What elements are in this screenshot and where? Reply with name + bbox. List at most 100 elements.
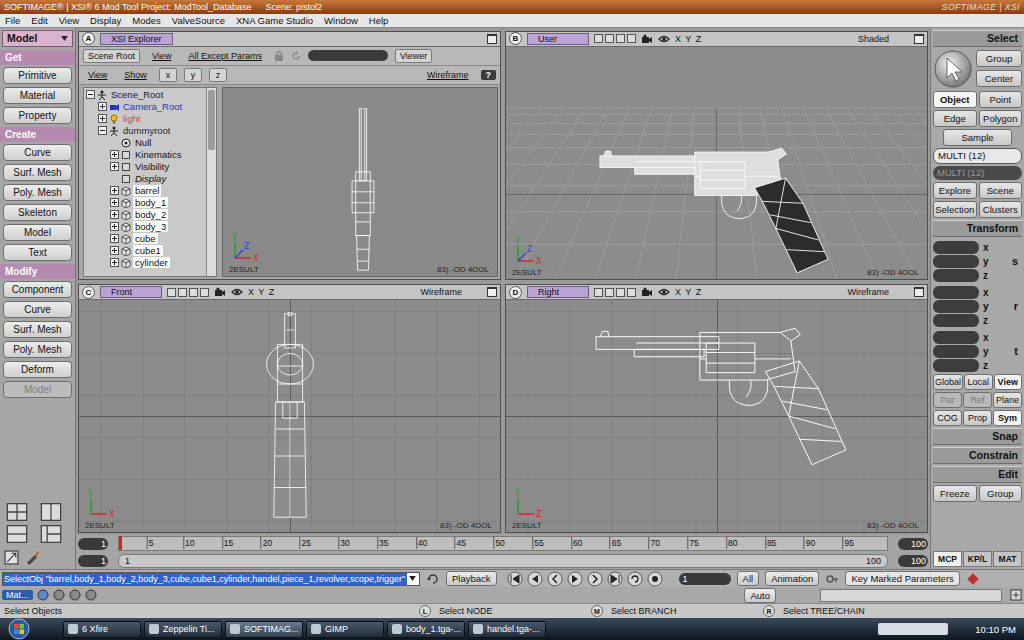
expand-icon[interactable]	[98, 102, 107, 111]
tree-item[interactable]: dummyroot	[84, 125, 206, 137]
maximize-box-icon[interactable]	[487, 287, 497, 297]
start-frame-field[interactable]: 1	[78, 538, 108, 550]
expand-icon[interactable]	[110, 150, 119, 159]
animation-menu-button[interactable]: Animation	[765, 571, 819, 586]
option-button[interactable]: Plane	[993, 392, 1022, 408]
panel-tab[interactable]: MCP	[933, 551, 962, 567]
tool-button[interactable]: Property	[3, 107, 72, 124]
viewport-toggle-box[interactable]	[616, 288, 625, 297]
camera-icon[interactable]	[641, 287, 653, 297]
menu-item[interactable]: Edit	[31, 15, 47, 26]
panel-header[interactable]: Select	[933, 30, 1022, 47]
viewport-toggle-box[interactable]	[189, 288, 198, 297]
transform-field[interactable]	[933, 269, 979, 282]
tree-item[interactable]: body_1	[84, 197, 206, 209]
revolver-front-model[interactable]	[263, 312, 317, 526]
maximize-box-icon[interactable]	[487, 34, 497, 44]
explore-button[interactable]: Selection	[933, 201, 977, 218]
shelf-icon[interactable]	[37, 589, 49, 601]
explorer-button[interactable]: y	[184, 68, 202, 82]
selection-field[interactable]: MULTI (12)	[933, 166, 1022, 180]
option-button[interactable]: Sym	[993, 410, 1022, 426]
viewport-toggle-box[interactable]	[627, 34, 636, 43]
viewport-toggle-box[interactable]	[594, 34, 603, 43]
taskbar-button[interactable]: handel.tga-...	[468, 621, 546, 638]
range-slider[interactable]: 1 100	[118, 554, 888, 568]
taskbar-button[interactable]: 6 Xfire	[63, 621, 141, 638]
display-mode-dropdown[interactable]: Wireframe	[422, 68, 474, 82]
selection-filter-button[interactable]: Edge	[933, 110, 977, 127]
taskbar-button[interactable]: Zeppelin Ti...	[144, 621, 222, 638]
viewport-toggle-box[interactable]	[616, 34, 625, 43]
camera-icon[interactable]	[641, 34, 653, 44]
edit-button[interactable]: Freeze	[933, 485, 977, 502]
shelf-icon[interactable]	[85, 589, 97, 601]
explorer-search-field[interactable]	[308, 50, 388, 61]
option-button[interactable]: View	[994, 374, 1023, 390]
keyframe-icon[interactable]	[966, 572, 980, 586]
mode-dropdown[interactable]: Model	[2, 30, 73, 47]
viewport-toggle-box[interactable]	[200, 288, 209, 297]
taskbar-button[interactable]: SOFTIMAG...	[225, 621, 303, 638]
viewport-letter[interactable]: A	[82, 32, 95, 45]
explorer-button[interactable]: View	[83, 68, 112, 82]
axis-label[interactable]: z	[983, 270, 988, 281]
tree-item[interactable]: cube	[84, 233, 206, 245]
explorer-button[interactable]: Show	[119, 68, 152, 82]
viewport-layout-icon[interactable]	[40, 525, 62, 543]
viewport-canvas[interactable]: YZ 2ESULT 83) -OD 4OOL	[506, 300, 927, 532]
edit-button[interactable]: Group	[979, 485, 1023, 502]
shelf-icon[interactable]	[69, 589, 81, 601]
tree-item[interactable]: cylinder	[84, 257, 206, 269]
expand-icon[interactable]	[110, 234, 119, 243]
select-button[interactable]: Group	[976, 50, 1022, 67]
section-title[interactable]: Modify	[0, 264, 75, 279]
refresh-icon[interactable]	[291, 50, 301, 62]
tool-button[interactable]: Skeleton	[3, 204, 72, 221]
panel-tab[interactable]: MAT	[993, 551, 1022, 567]
transform-label[interactable]: s	[1012, 255, 1022, 267]
sample-button[interactable]: Sample	[943, 129, 1012, 146]
tree-item[interactable]: Display	[84, 173, 206, 185]
lock-icon[interactable]	[274, 50, 284, 62]
view-dropdown[interactable]: User	[527, 33, 589, 45]
taskbar-button[interactable]: GIMP	[306, 621, 384, 638]
axis-label[interactable]: z	[983, 315, 988, 326]
option-button[interactable]: Par	[933, 392, 962, 408]
explore-button[interactable]: Explore	[933, 182, 977, 199]
axis-label[interactable]: x	[983, 332, 989, 343]
option-button[interactable]: Prop	[963, 410, 992, 426]
tool-button[interactable]: Deform	[3, 361, 72, 378]
transport-button-icon[interactable]	[527, 571, 543, 587]
transform-field[interactable]	[933, 300, 979, 313]
scroll-thumb[interactable]	[208, 90, 215, 150]
axis-label[interactable]: x	[983, 242, 989, 253]
revolver-model[interactable]	[598, 147, 830, 275]
expand-icon[interactable]	[110, 186, 119, 195]
tool-button[interactable]: Material	[3, 87, 72, 104]
range-end-field[interactable]: 100	[898, 555, 928, 567]
all-button[interactable]: All	[737, 571, 760, 586]
view-dropdown[interactable]: XSI Explorer	[100, 33, 173, 45]
expand-icon[interactable]	[110, 210, 119, 219]
revolver-model[interactable]	[594, 326, 848, 468]
tool-button[interactable]: Poly. Mesh	[3, 341, 72, 358]
tree-item[interactable]: barrel	[84, 185, 206, 197]
expand-icon[interactable]	[98, 114, 107, 123]
expand-icon[interactable]	[110, 198, 119, 207]
help-button[interactable]: ?	[481, 70, 497, 80]
eye-icon[interactable]	[658, 34, 670, 44]
viewport-letter[interactable]: B	[509, 32, 522, 45]
viewport-layout-icon[interactable]	[6, 503, 28, 521]
transport-button-icon[interactable]	[567, 571, 583, 587]
axis-label[interactable]: y	[983, 346, 989, 357]
axis-label[interactable]: y	[983, 256, 989, 267]
explore-button[interactable]: Scene	[979, 182, 1023, 199]
transform-field[interactable]	[933, 331, 979, 344]
loop-icon[interactable]	[426, 572, 440, 586]
transform-field[interactable]	[933, 241, 979, 254]
viewport-layout-icon[interactable]	[6, 525, 28, 543]
panel-tab[interactable]: KP/L	[963, 551, 992, 567]
view-dropdown[interactable]: Right	[527, 286, 589, 298]
explorer-button[interactable]: View	[147, 49, 176, 63]
